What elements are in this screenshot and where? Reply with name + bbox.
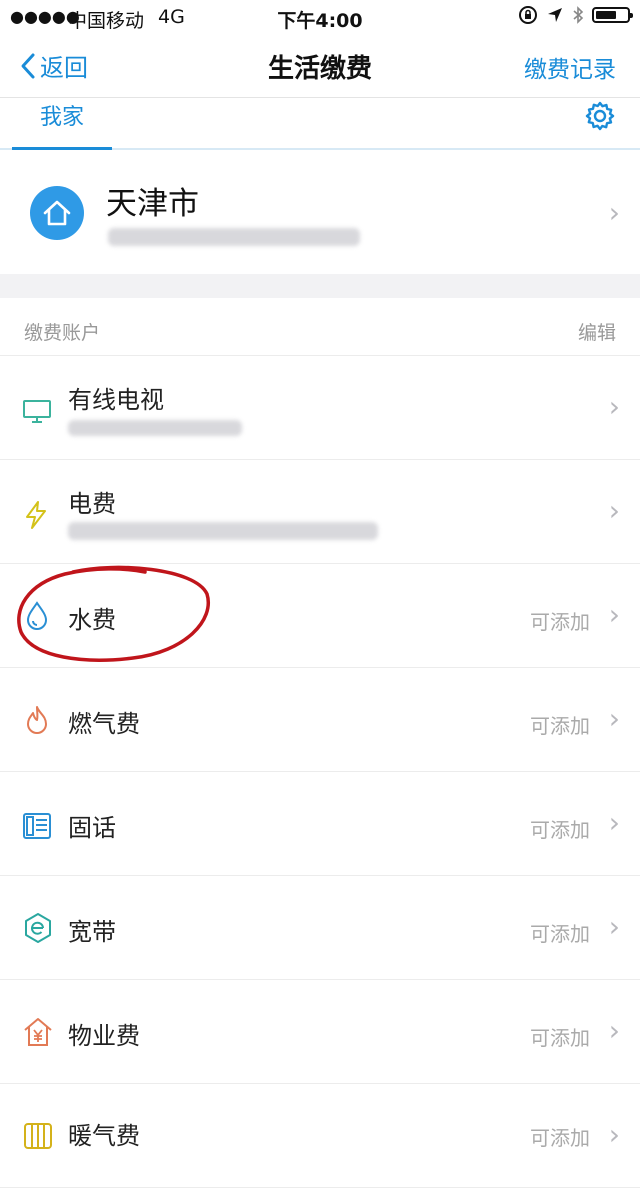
- status-icons: [518, 5, 633, 25]
- chevron-right-icon: ›: [608, 598, 620, 631]
- add-status: 可添加: [530, 1126, 590, 1150]
- phone-icon: [22, 810, 52, 844]
- account-label: 宽带: [68, 918, 116, 946]
- bluetooth-icon: [573, 6, 584, 24]
- chevron-right-icon: ›: [608, 910, 620, 943]
- account-label: 燃气费: [68, 710, 140, 738]
- account-row-property[interactable]: 物业费 可添加 ›: [0, 980, 640, 1084]
- account-row-gas[interactable]: 燃气费 可添加 ›: [0, 668, 640, 772]
- tab-bar: 我家: [0, 98, 640, 150]
- home-icon: [30, 186, 84, 244]
- add-status: 可添加: [530, 610, 590, 634]
- tv-icon: [22, 398, 52, 428]
- section-title: 缴费账户: [24, 322, 101, 344]
- account-row-heating[interactable]: 暖气费 可添加 ›: [0, 1084, 640, 1188]
- chevron-right-icon: ›: [608, 806, 620, 839]
- account-label: 暖气费: [68, 1122, 140, 1150]
- back-button[interactable]: 返回: [20, 48, 88, 83]
- chevron-right-icon: ›: [608, 494, 620, 527]
- account-label: 物业费: [68, 1022, 140, 1050]
- add-status: 可添加: [530, 1026, 590, 1050]
- battery-icon: [592, 7, 633, 23]
- account-row-electricity[interactable]: 电费 ›: [0, 460, 640, 564]
- lightning-icon: [22, 500, 50, 534]
- settings-button[interactable]: [584, 100, 616, 136]
- heater-icon: [22, 1120, 54, 1156]
- account-row-broadband[interactable]: 宽带 可添加 ›: [0, 876, 640, 980]
- city-chevron-icon: ›: [608, 196, 620, 229]
- water-drop-icon: [22, 600, 52, 636]
- chevron-right-icon: ›: [608, 702, 620, 735]
- chevron-right-icon: ›: [608, 1014, 620, 1047]
- add-status: 可添加: [530, 714, 590, 738]
- payment-record-button[interactable]: 缴费记录: [524, 50, 616, 84]
- section-divider: [0, 274, 640, 298]
- account-number-redacted: [68, 420, 242, 436]
- chevron-right-icon: ›: [608, 390, 620, 423]
- rotation-lock-icon: [519, 6, 537, 24]
- city-address-redacted: [108, 228, 360, 246]
- add-status: 可添加: [530, 922, 590, 946]
- account-label: 有线电视: [68, 386, 164, 414]
- tab-home[interactable]: 我家: [12, 98, 112, 150]
- chevron-right-icon: ›: [608, 1118, 620, 1151]
- account-row-cable-tv[interactable]: 有线电视 ›: [0, 356, 640, 460]
- add-status: 可添加: [530, 818, 590, 842]
- location-icon: [548, 8, 562, 22]
- account-label: 水费: [68, 606, 116, 634]
- gear-icon: [585, 101, 615, 131]
- status-bar: ●●●●● 中国移动 4G 下午4:00: [0, 0, 640, 34]
- back-label: 返回: [40, 54, 88, 82]
- chevron-left-icon: [21, 53, 35, 78]
- account-label: 电费: [68, 490, 116, 518]
- edit-button[interactable]: 编辑: [578, 318, 616, 345]
- section-header: 缴费账户 编辑: [0, 298, 640, 356]
- property-icon: [22, 1016, 54, 1052]
- city-card[interactable]: [0, 150, 640, 274]
- flame-icon: [22, 704, 52, 740]
- city-name: 天津市: [106, 186, 199, 222]
- account-number-redacted: [68, 522, 378, 540]
- account-row-water[interactable]: 水费 可添加 ›: [0, 564, 640, 668]
- account-label: 固话: [68, 814, 116, 842]
- nav-bar: 返回 生活缴费 缴费记录: [0, 34, 640, 98]
- broadband-icon: [22, 912, 54, 948]
- account-row-landline[interactable]: 固话 可添加 ›: [0, 772, 640, 876]
